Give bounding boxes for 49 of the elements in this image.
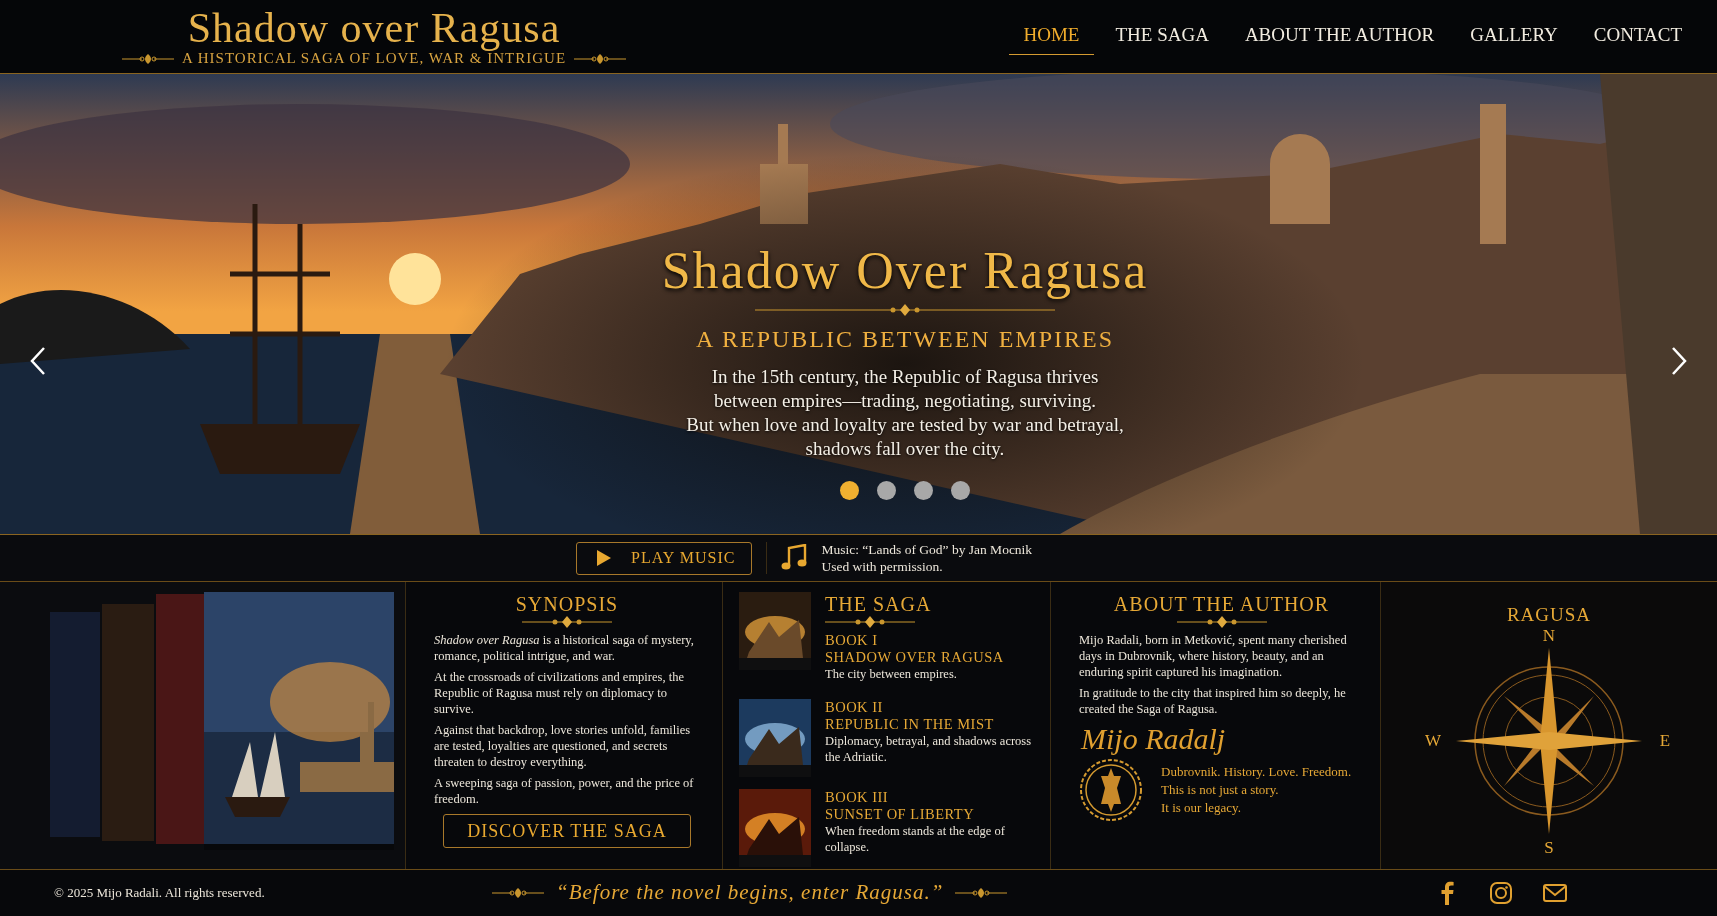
book-number: BOOK III	[825, 789, 890, 806]
motto-line: It is our legacy.	[1161, 799, 1243, 817]
hero-title: Shadow Over Ragusa	[661, 242, 1149, 300]
compass-letter: S	[1544, 838, 1554, 858]
compass-title: RAGUSA	[1506, 604, 1592, 626]
hero-subtitle: A REPUBLIC BETWEEN EMPIRES	[696, 326, 1114, 353]
signature: Mijo Radalj	[1081, 722, 1226, 756]
book-title: SHADOW OVER RAGUSA	[825, 649, 1004, 666]
site-title: Shadow over Ragusa	[187, 6, 561, 50]
book-description: When freedom stands at the edge of collapse.	[825, 823, 1006, 855]
synopsis-paragraph: Against that backdrop, love stories unfold, families are tested, loyalties are questioned, and secrets threaten to destroy everything.	[434, 722, 692, 770]
instagram-link[interactable]	[1489, 880, 1513, 905]
music-note-icon	[781, 544, 808, 572]
compass-letter: E	[1659, 731, 1671, 751]
section-heading: THE SAGA	[825, 592, 932, 616]
chevron-right-icon	[1671, 346, 1687, 376]
book-title: SUNSET OF LIBERTY	[825, 806, 976, 823]
emblem-icon	[1079, 758, 1143, 822]
book-title: REPUBLIC IN THE MIST	[825, 716, 995, 733]
hero-paragraph: In the 15th century, the Republic of Ragusa thrives between empires—trading, negotiating, surviving. But when love and loyalty are tested by war and betrayal, shadows fall over the city.	[686, 365, 1124, 461]
play-music-button[interactable]: PLAY MUSIC	[576, 541, 753, 575]
nav-tab[interactable]: ABOUT THE AUTHOR	[1229, 18, 1450, 55]
section-heading: ABOUT THE AUTHOR	[1113, 592, 1330, 616]
motto-line: This is not just a story.	[1161, 781, 1280, 799]
discover-saga-button[interactable]: DISCOVER THE SAGA	[443, 814, 691, 848]
footer-quote: “Before the novel begins, enter Ragusa.”	[556, 880, 944, 905]
nav-tab[interactable]: THE SAGA	[1100, 18, 1224, 55]
nav-tab[interactable]: CONTACT	[1578, 18, 1697, 55]
author-paragraph: Mijo Radali, born in Metković, spent many cherished days in Dubrovnik, where history, beauty, and an enduring spirit captured his imagination.	[1079, 632, 1348, 680]
play-icon	[597, 550, 611, 566]
book-description: Diplomacy, betrayal, and shadows across the Adriatic.	[825, 733, 1033, 765]
synopsis-paragraph: A sweeping saga of passion, power, and the price of freedom.	[434, 775, 695, 807]
copyright-text: © 2025 Mijo Radali. All rights reserved.	[53, 884, 266, 901]
chevron-left-icon	[30, 346, 46, 376]
music-credit: Music: “Lands of God” by Jan Mocnik Used with permission.	[821, 541, 1033, 575]
nav-tab[interactable]: HOME	[1008, 18, 1095, 55]
compass-letter: W	[1424, 731, 1441, 751]
section-heading: SYNOPSIS	[515, 592, 619, 616]
nav-tab[interactable]: GALLERY	[1455, 18, 1573, 55]
book-number: BOOK II	[825, 699, 884, 716]
synopsis-paragraph: At the crossroads of civilizations and empires, the Republic of Ragusa must rely on diplomacy to survive.	[434, 669, 685, 717]
site-subtitle: A HISTORICAL SAGA OF LOVE, WAR & INTRIGUE	[182, 50, 567, 67]
motto-line: Dubrovnik. History. Love. Freedom.	[1161, 763, 1352, 781]
instagram-icon	[1489, 880, 1513, 905]
book-description: The city between empires.	[825, 666, 958, 682]
author-paragraph: In gratitude to the city that inspired him so deeply, he created the Saga of Ragusa.	[1079, 685, 1347, 717]
synopsis-paragraph: Shadow over Ragusa is a historical saga of mystery, romance, political intrigue, and war.	[434, 632, 695, 664]
compass-letter: N	[1542, 626, 1556, 646]
book-number: BOOK I	[825, 632, 879, 649]
